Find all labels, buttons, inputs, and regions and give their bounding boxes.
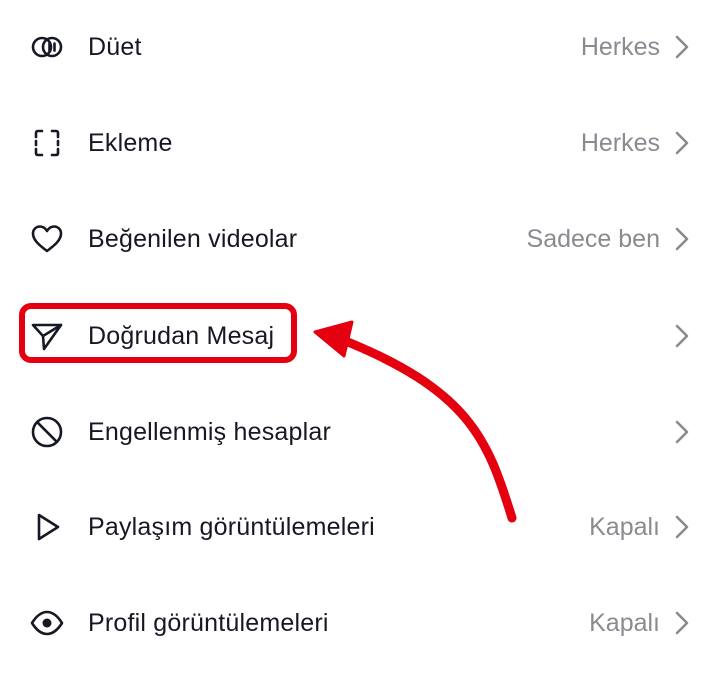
settings-item-label: Ekleme <box>88 128 173 157</box>
heart-icon <box>28 220 66 258</box>
settings-item-label: Düet <box>88 32 142 61</box>
chevron-right-icon <box>672 321 692 351</box>
settings-item-liked-videos[interactable]: Beğenilen videolar Sadece ben <box>0 209 720 269</box>
chevron-right-icon <box>672 128 692 158</box>
play-icon <box>28 508 66 546</box>
settings-item-value: Herkes <box>580 32 660 61</box>
eye-icon <box>28 604 66 642</box>
send-icon <box>28 317 66 355</box>
settings-item-value: Herkes <box>580 128 660 157</box>
settings-item-label: Beğenilen videolar <box>88 224 298 253</box>
settings-item-blocked-accounts[interactable]: Engellenmiş hesaplar <box>0 402 720 462</box>
chevron-right-icon <box>672 32 692 62</box>
settings-item-value: Kapalı <box>589 512 660 541</box>
stitch-icon <box>28 124 66 162</box>
settings-item-direct-message[interactable]: Doğrudan Mesaj <box>0 306 720 366</box>
settings-item-label: Paylaşım görüntülemeleri <box>88 512 375 541</box>
settings-item-share-views[interactable]: Paylaşım görüntülemeleri Kapalı <box>0 497 720 557</box>
settings-item-value: Sadece ben <box>526 224 660 253</box>
chevron-right-icon <box>672 224 692 254</box>
duet-icon <box>28 28 66 66</box>
settings-item-label: Engellenmiş hesaplar <box>88 417 332 446</box>
chevron-right-icon <box>672 608 692 638</box>
settings-item-label: Doğrudan Mesaj <box>88 321 275 350</box>
settings-item-stitch[interactable]: Ekleme Herkes <box>0 113 720 173</box>
chevron-right-icon <box>672 512 692 542</box>
settings-item-value: Kapalı <box>589 608 660 637</box>
settings-item-duet[interactable]: Düet Herkes <box>0 17 720 77</box>
block-icon <box>28 413 66 451</box>
settings-item-label: Profil görüntülemeleri <box>88 608 329 637</box>
settings-item-profile-views[interactable]: Profil görüntülemeleri Kapalı <box>0 593 720 653</box>
chevron-right-icon <box>672 417 692 447</box>
